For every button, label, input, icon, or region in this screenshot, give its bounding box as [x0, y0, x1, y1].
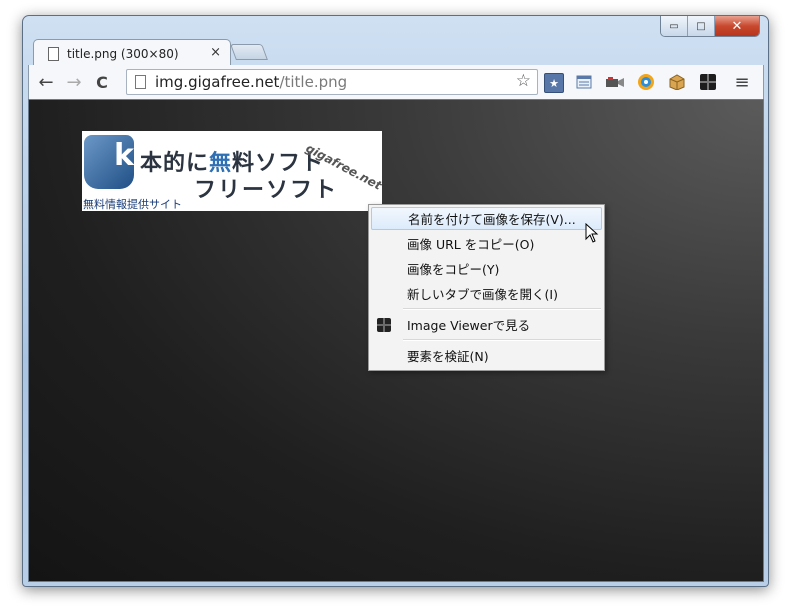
logo-letter: k	[114, 138, 134, 173]
image-viewer-icon[interactable]	[699, 73, 717, 91]
address-bar[interactable]: img.gigafree.net/title.png ☆	[126, 69, 538, 95]
reader-icon[interactable]	[575, 73, 593, 91]
tab-close-icon[interactable]: ×	[210, 45, 221, 60]
menu-item-inspect[interactable]: 要素を検証(N)	[371, 344, 602, 367]
menu-item-copy-url[interactable]: 画像 URL をコピー(O)	[371, 232, 602, 255]
menu-item-image-viewer[interactable]: Image Viewerで見る	[371, 313, 602, 336]
back-button[interactable]: ←	[35, 71, 57, 93]
tab-title-png[interactable]: title.png (300×80) ×	[33, 39, 231, 67]
forward-button[interactable]: →	[63, 71, 85, 93]
menu-separator	[403, 308, 601, 310]
toolbar: ← → C img.gigafree.net/title.png ☆ ★ ≡	[28, 65, 764, 99]
bookmark-star-icon[interactable]: ☆	[516, 71, 531, 91]
bookmark-star-icon[interactable]: ★	[544, 73, 564, 93]
image-viewer-icon	[377, 318, 391, 332]
banner-line-2: フリーソフト	[194, 178, 339, 203]
gear-icon[interactable]	[637, 73, 655, 91]
context-menu: 名前を付けて画像を保存(V)... 画像 URL をコピー(O) 画像をコピー(…	[368, 204, 605, 371]
url-host: img.gigafree.net	[155, 73, 280, 91]
box-icon[interactable]	[668, 73, 686, 91]
mouse-cursor-icon	[585, 223, 599, 243]
camera-icon[interactable]	[606, 73, 624, 91]
page-icon	[135, 75, 146, 89]
tab-title: title.png (300×80)	[67, 46, 179, 61]
menu-item-open-new-tab[interactable]: 新しいタブで画像を開く(I)	[371, 282, 602, 305]
reload-button[interactable]: C	[91, 71, 113, 93]
menu-item-copy-image[interactable]: 画像をコピー(Y)	[371, 257, 602, 280]
banner-image[interactable]: k 本的に無料ソフト フリーソフト gigafree.net 無料情報提供サイト	[82, 131, 382, 211]
new-tab-button[interactable]	[230, 44, 268, 60]
menu-separator	[403, 339, 601, 341]
banner-tagline: 無料情報提供サイト	[83, 198, 182, 211]
tab-strip: title.png (300×80) ×	[23, 16, 768, 67]
url-path: /title.png	[279, 73, 348, 91]
page-icon	[48, 46, 59, 61]
menu-item-save-image[interactable]: 名前を付けて画像を保存(V)...	[371, 207, 602, 230]
menu-icon[interactable]: ≡	[733, 72, 751, 93]
